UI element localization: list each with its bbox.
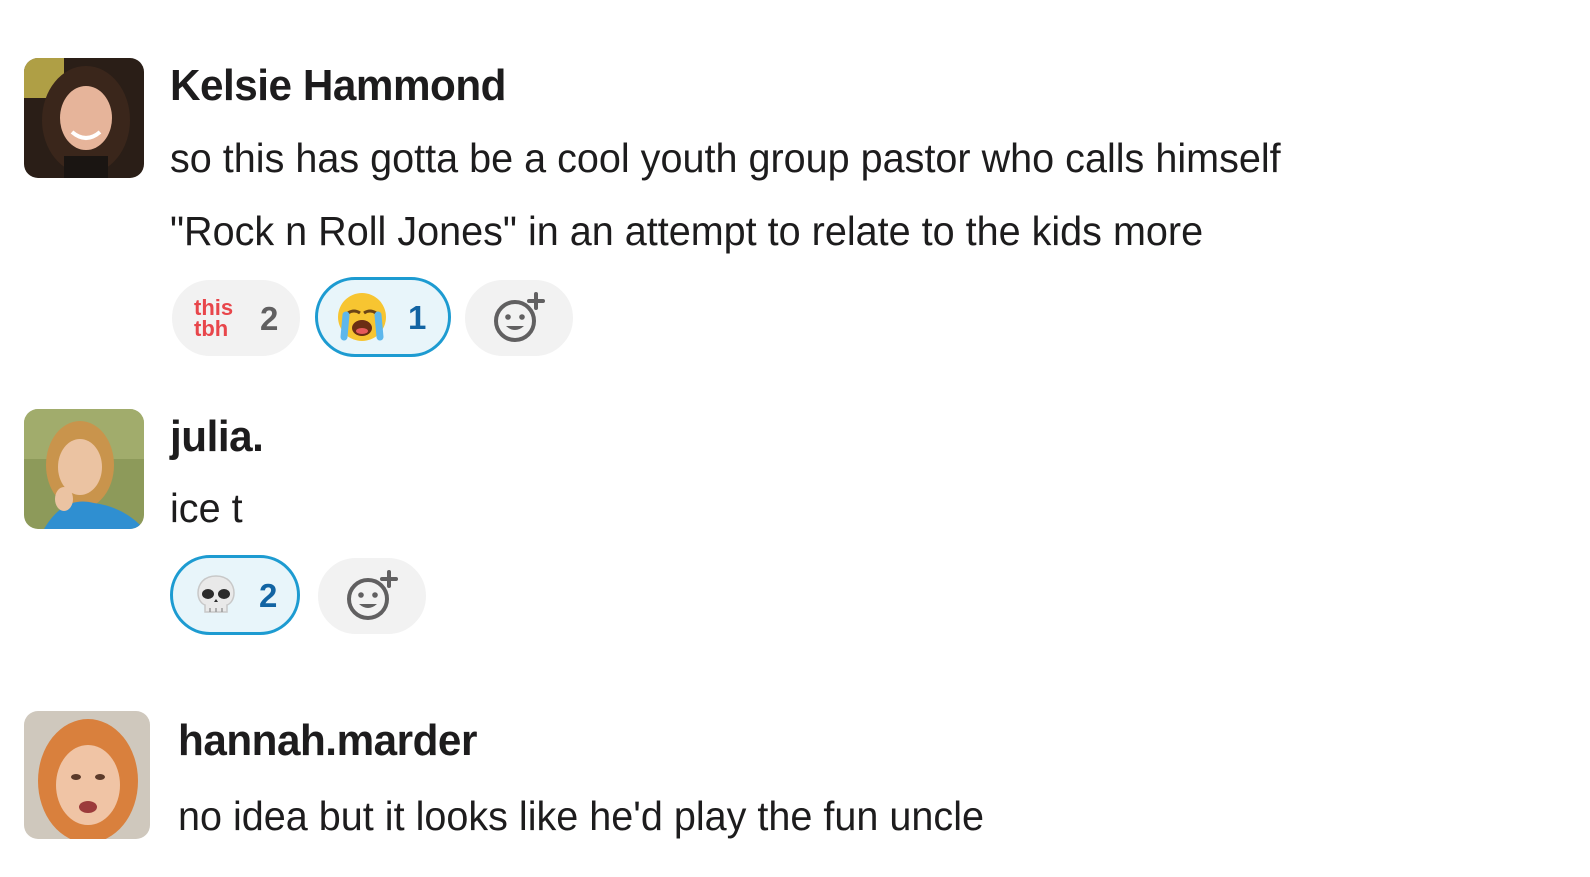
avatar[interactable] (24, 58, 144, 178)
message-text-line: so this has gotta be a cool youth group … (170, 135, 1281, 181)
avatar[interactable] (24, 711, 150, 839)
author-name[interactable]: Kelsie Hammond (170, 64, 506, 108)
skull-icon (197, 575, 235, 613)
message-text-line: ice t (170, 485, 243, 531)
add-reaction-icon (494, 292, 545, 342)
avatar-hannah (24, 711, 150, 839)
reaction-skull[interactable]: 2 (170, 555, 300, 635)
author-name[interactable]: hannah.marder (178, 719, 477, 763)
loudly-crying-face-icon (338, 293, 386, 341)
reaction-crying[interactable]: 1 (315, 277, 451, 357)
message-text-line: "Rock n Roll Jones" in an attempt to rel… (170, 208, 1204, 254)
reaction-count: 2 (259, 576, 278, 614)
avatar-julia (24, 409, 144, 529)
this-tbh-emoji: this tbh (194, 295, 234, 341)
add-reaction-icon (347, 570, 398, 620)
reaction-count: 2 (260, 299, 279, 337)
avatar[interactable] (24, 409, 144, 529)
reaction-this-tbh[interactable]: this tbh 2 (172, 280, 300, 356)
reaction-count: 1 (408, 298, 427, 336)
add-reaction-button[interactable] (465, 280, 573, 356)
avatar-kelsie (24, 58, 144, 178)
add-reaction-button[interactable] (318, 558, 426, 634)
message-text-line: no idea but it looks like he'd play the … (178, 793, 984, 839)
author-name[interactable]: julia. (170, 415, 264, 459)
